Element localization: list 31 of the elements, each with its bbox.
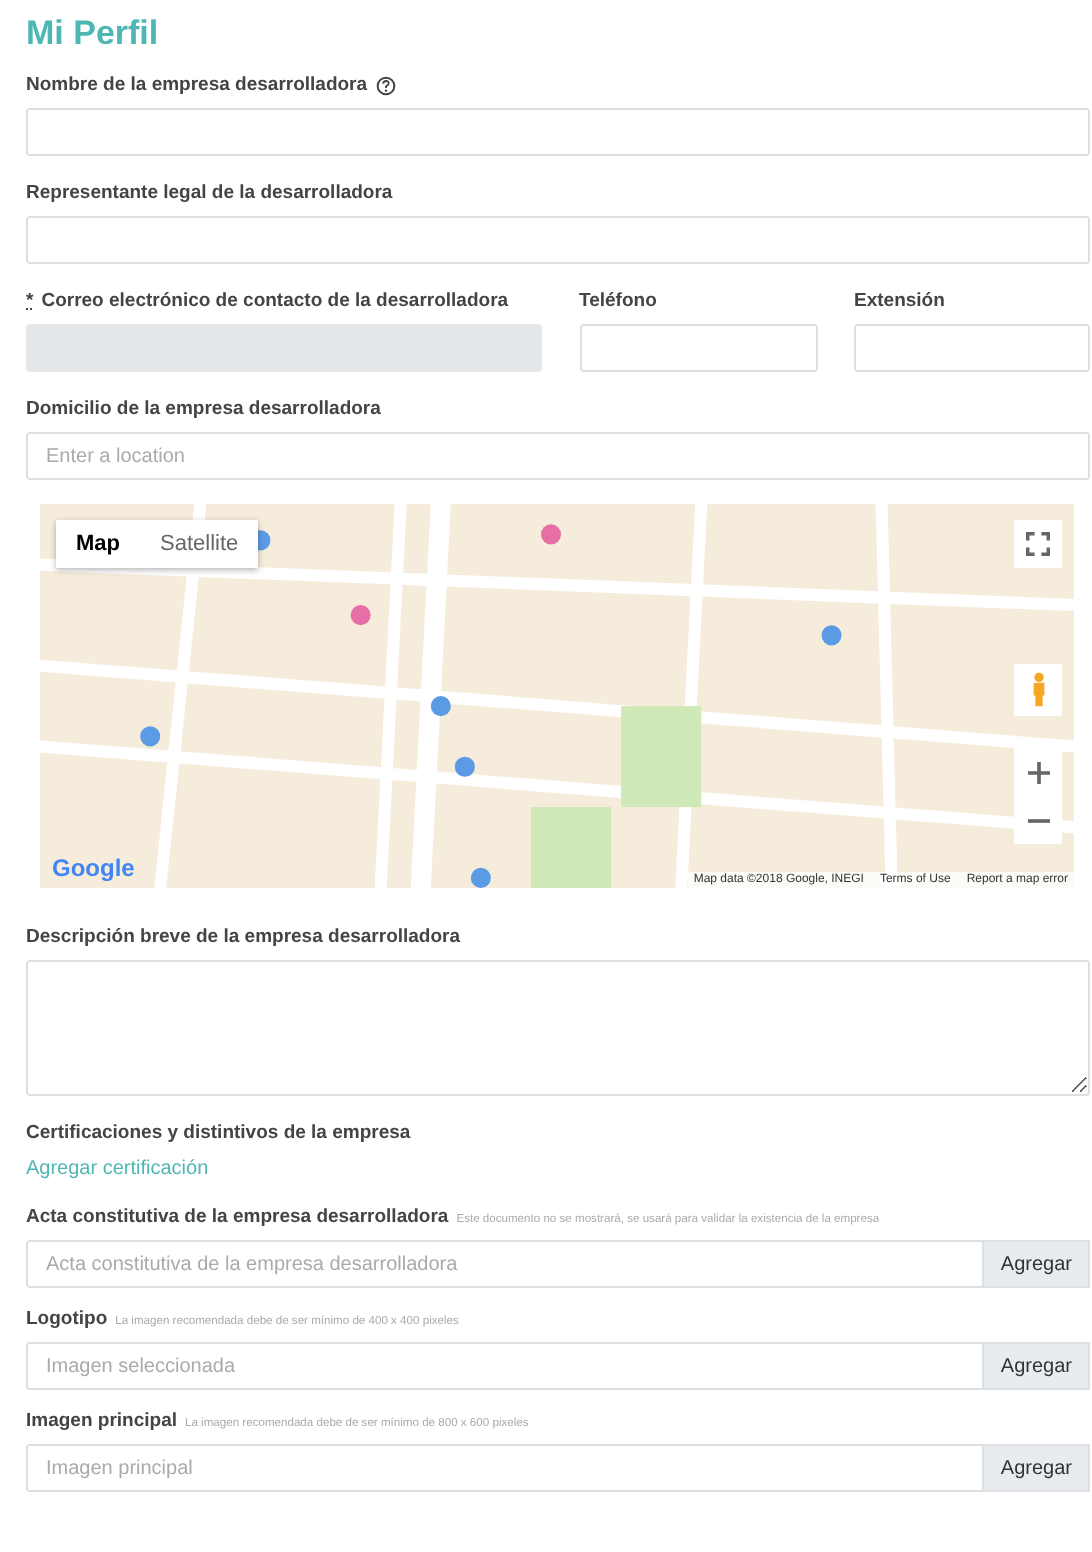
- field-label: Domicilio de la empresa desarrolladora: [26, 396, 381, 422]
- text-field[interactable]: [854, 324, 1090, 372]
- help-icon[interactable]: [375, 75, 396, 95]
- text-field[interactable]: [26, 108, 1090, 156]
- field-label: Logotipo: [26, 1306, 108, 1332]
- add-button[interactable]: Agregar: [984, 1240, 1090, 1288]
- field-label: Acta constitutiva de la empresa desarrolladora: [26, 1204, 449, 1230]
- file-field[interactable]: Acta constitutiva de la empresa desarrolladora: [26, 1240, 985, 1288]
- text-field[interactable]: Enter a location: [26, 432, 1090, 480]
- field-label: Nombre de la empresa desarrolladora: [26, 72, 368, 98]
- map-logo: Google: [52, 854, 135, 882]
- add-button[interactable]: Agregar: [984, 1444, 1090, 1492]
- field-label: Correo electrónico de contacto de la desarrolladora: [41, 288, 509, 314]
- file-field[interactable]: Imagen principal: [26, 1444, 985, 1492]
- person-icon[interactable]: [1014, 664, 1062, 716]
- required-mark: *: [26, 290, 34, 312]
- field-label: Extensión: [854, 288, 945, 314]
- add-button[interactable]: Agregar: [984, 1342, 1090, 1390]
- page-title: Mi Perfil: [26, 12, 161, 56]
- field-label: Imagen principal: [26, 1408, 177, 1434]
- section-label: Certificaciones y distintivos de la empresa: [26, 1120, 413, 1146]
- field-label: Descripción breve de la empresa desarrolladora: [26, 924, 463, 950]
- field-label: Representante legal de la desarrolladora: [26, 180, 393, 206]
- text-field[interactable]: [579, 324, 817, 372]
- map-type-tab[interactable]: Satellite: [140, 520, 259, 568]
- field-label: Teléfono: [579, 288, 657, 314]
- text-area[interactable]: [26, 960, 1090, 1096]
- text-field[interactable]: [26, 216, 1090, 264]
- fullscreen-icon[interactable]: [1014, 520, 1062, 568]
- file-field[interactable]: Imagen seleccionada: [26, 1342, 985, 1390]
- map-type-tab[interactable]: Map: [56, 520, 140, 568]
